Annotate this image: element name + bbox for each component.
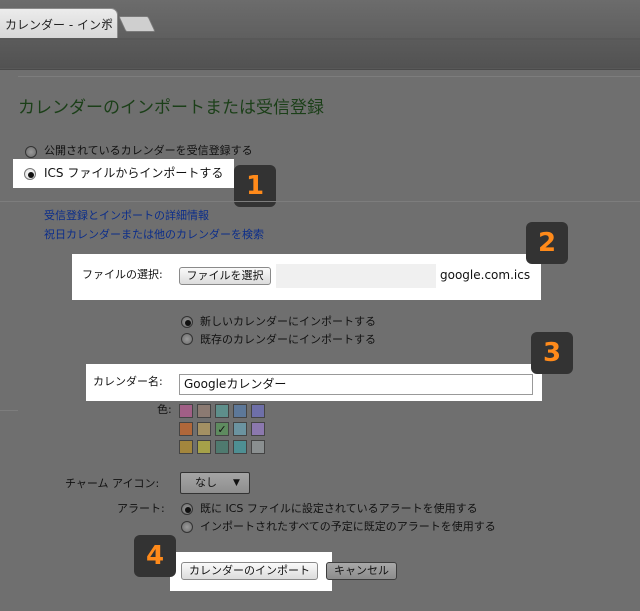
color-swatch[interactable] (233, 422, 247, 436)
radio-alert-default[interactable] (181, 521, 193, 533)
address-bar[interactable] (0, 40, 640, 68)
link-holiday[interactable]: 祝日カレンダーまたは他のカレンダーを検索 (44, 226, 264, 242)
divider (0, 410, 18, 411)
charm-select[interactable]: なし ▼ (180, 472, 250, 494)
color-swatch[interactable] (215, 404, 229, 418)
existing-calendar-label: 既存のカレンダーにインポートする (200, 333, 376, 346)
tab-title: カレンダー - インポ (5, 18, 113, 32)
charm-label: チャーム アイコン: (65, 477, 160, 490)
color-swatch[interactable] (197, 422, 211, 436)
color-label: 色: (157, 403, 172, 416)
color-swatch[interactable] (179, 440, 193, 454)
color-palette: ✓ (179, 404, 269, 456)
alert-label: アラート: (117, 502, 165, 515)
radio-existing-calendar[interactable] (181, 333, 193, 345)
color-swatch[interactable] (179, 404, 193, 418)
charm-value: なし (195, 476, 217, 489)
radio-new-calendar[interactable] (181, 316, 193, 328)
color-swatch[interactable] (197, 404, 211, 418)
color-swatch[interactable] (197, 440, 211, 454)
divider (0, 201, 640, 202)
color-swatch[interactable] (251, 440, 265, 454)
new-calendar-label: 新しいカレンダーにインポートする (200, 315, 376, 328)
import-calendar-button[interactable]: カレンダーのインポート (181, 562, 318, 580)
close-icon[interactable]: × (101, 15, 111, 29)
color-swatch[interactable] (251, 422, 265, 436)
step-badge-3: 3 (531, 332, 573, 374)
color-swatch[interactable] (233, 440, 247, 454)
subscribe-public-label: 公開されているカレンダーを受信登録する (44, 144, 253, 157)
alert-ics-label: 既に ICS ファイルに設定されているアラートを使用する (200, 502, 478, 515)
color-swatch-selected[interactable]: ✓ (215, 422, 229, 436)
choose-file-button[interactable]: ファイルを選択 (179, 267, 271, 285)
divider (18, 76, 640, 77)
chevron-down-icon: ▼ (233, 478, 240, 488)
radio-import-ics[interactable] (24, 168, 36, 180)
color-swatch[interactable] (251, 404, 265, 418)
file-path-redacted (276, 264, 436, 288)
color-swatch[interactable] (179, 422, 193, 436)
alert-default-label: インポートされたすべての予定に既定のアラートを使用する (200, 520, 496, 533)
radio-subscribe-public[interactable] (25, 146, 37, 158)
step-badge-4: 4 (134, 535, 176, 577)
calendar-name-input[interactable]: Googleカレンダー (179, 374, 533, 395)
step-badge-2: 2 (526, 222, 568, 264)
page-title: カレンダーのインポートまたは受信登録 (18, 98, 324, 118)
file-name: google.com.ics (440, 268, 531, 282)
color-swatch[interactable] (233, 404, 247, 418)
color-swatch[interactable] (215, 440, 229, 454)
calendar-name-label: カレンダー名: (93, 375, 163, 388)
browser-tab[interactable]: カレンダー - インポ × (0, 8, 118, 38)
radio-alert-ics[interactable] (181, 503, 193, 515)
import-ics-label: ICS ファイルからインポートする (44, 166, 224, 180)
cancel-button[interactable]: キャンセル (326, 562, 397, 580)
link-details[interactable]: 受信登録とインポートの詳細情報 (44, 207, 209, 223)
file-label: ファイルの選択: (82, 268, 163, 281)
